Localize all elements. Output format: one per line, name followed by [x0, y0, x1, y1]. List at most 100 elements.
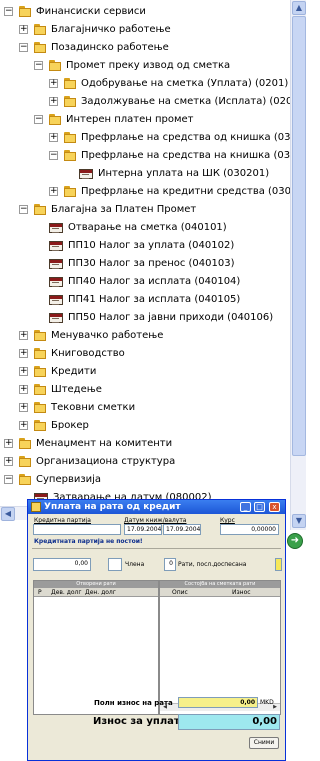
credit-lot-input[interactable]	[33, 524, 121, 535]
installments-count-input[interactable]: 0	[164, 558, 176, 571]
tree-item[interactable]: + Брокер	[0, 417, 289, 435]
dialog-titlebar[interactable]: Уплата на рата од кредит _ □ x	[28, 500, 285, 514]
grid-col-description[interactable]: Опис	[172, 588, 188, 597]
account-status-grid[interactable]: Состојба на сметката рати Опис Износ ◀ ▶	[159, 580, 281, 715]
minimize-icon[interactable]: _	[240, 502, 251, 512]
tree-item[interactable]: − Супервизија	[0, 471, 289, 489]
expand-icon[interactable]: +	[19, 403, 28, 412]
grid-col-r[interactable]: Р	[38, 588, 42, 597]
expand-icon[interactable]: +	[19, 25, 28, 34]
tree-item-label: Кредити	[51, 366, 97, 377]
collapse-icon[interactable]: −	[19, 205, 28, 214]
tree-item[interactable]: − Промет преку извод од сметка	[0, 57, 289, 75]
expand-icon[interactable]: +	[19, 421, 28, 430]
payment-amount-input[interactable]: 0,00	[178, 714, 280, 730]
vertical-scrollbar[interactable]: ▲ ▼	[290, 0, 306, 530]
tree-item-label: Тековни сметки	[51, 402, 136, 413]
scroll-left-arrow-icon[interactable]: ◀	[1, 507, 15, 521]
book-date-input[interactable]: 17.09.2004	[124, 524, 162, 535]
tree-item[interactable]: + Организациона структура	[0, 453, 289, 471]
close-icon[interactable]: x	[269, 502, 280, 512]
expand-icon[interactable]: +	[19, 349, 28, 358]
tree-item[interactable]: + Благајничко работење	[0, 21, 289, 39]
tree-item[interactable]: + Кредити	[0, 363, 289, 381]
payment-amount-label: Износ за уплата	[93, 716, 187, 727]
collapse-icon[interactable]: −	[19, 43, 28, 52]
tree-item[interactable]: − Благајна за Платен Промет	[0, 201, 289, 219]
folder-icon	[34, 330, 46, 341]
members-input[interactable]	[108, 558, 122, 571]
expand-icon[interactable]: +	[19, 367, 28, 376]
tree-item-label: Интерен платен промет	[66, 114, 194, 125]
expand-icon[interactable]: +	[4, 457, 13, 466]
tree-item[interactable]: − Финансиски сервиси	[0, 3, 289, 21]
folder-icon	[19, 6, 31, 17]
tree-item[interactable]: + Менувачко работење	[0, 327, 289, 345]
collapse-icon[interactable]: −	[34, 61, 43, 70]
folder-icon	[19, 456, 31, 467]
folder-icon	[19, 438, 31, 449]
value-date-input[interactable]: 17.09.2004	[163, 524, 201, 535]
tree-item-label: Префрлање на средства на книшка (0302	[81, 150, 303, 161]
tree-item[interactable]: ПП10 Налог за уплата (040102)	[0, 237, 289, 255]
save-button[interactable]: Сними	[249, 737, 279, 749]
tree-item[interactable]: + Штедење	[0, 381, 289, 399]
form-icon	[49, 223, 63, 233]
collapse-icon[interactable]: −	[34, 115, 43, 124]
expand-icon[interactable]: +	[49, 97, 58, 106]
tree-item[interactable]: − Префрлање на средства на книшка (0302	[0, 147, 303, 165]
collapse-icon[interactable]: −	[49, 151, 58, 160]
tree-item[interactable]: ПП50 Налог за јавни приходи (040106)	[0, 309, 289, 327]
tree-item[interactable]: − Позадинско работење	[0, 39, 289, 57]
tree-item-label: ПП41 Налог за исплата (040105)	[68, 294, 241, 305]
tree-item-label: Отварање на сметка (040101)	[68, 222, 227, 233]
scroll-up-arrow-icon[interactable]: ▲	[292, 1, 306, 15]
expand-icon[interactable]: +	[49, 79, 58, 88]
tree-item[interactable]: + Менаџмент на комитенти	[0, 435, 289, 453]
tree-item-label: Благајна за Платен Промет	[51, 204, 197, 215]
collapse-icon[interactable]: −	[4, 7, 13, 16]
open-installments-grid[interactable]: Отворени рати Р Дев. долг Ден. долг	[33, 580, 159, 715]
tree-item[interactable]: Отварање на сметка (040101)	[0, 219, 289, 237]
expand-icon[interactable]: +	[4, 439, 13, 448]
tree-item[interactable]: − Интерен платен промет	[0, 111, 289, 129]
rate-input[interactable]: 0,00000	[220, 524, 279, 535]
scrollbar-thumb[interactable]	[292, 16, 306, 456]
tree-item[interactable]: + Задолжување на сметка (Исплата) (0202)	[0, 93, 303, 111]
rate-label: Курс	[220, 517, 235, 524]
window-app-icon	[31, 502, 41, 512]
tree-item-label: ПП50 Налог за јавни приходи (040106)	[68, 312, 274, 323]
grid-col-amount[interactable]: Износ	[232, 588, 251, 597]
tree-item[interactable]: ПП40 Налог за исплата (040104)	[0, 273, 289, 291]
tree-item[interactable]: + Одобрување на сметка (Уплата) (0201)	[0, 75, 289, 93]
installment-overdue-input[interactable]	[275, 558, 282, 571]
tree-item-label: ПП30 Налог за пренос (040103)	[68, 258, 235, 269]
installments-label: Рати, посл.доспесана	[178, 561, 247, 568]
amount-input[interactable]: 0,00	[33, 558, 91, 571]
expand-icon[interactable]: +	[49, 133, 58, 142]
tree-item[interactable]: + Префрлање на средства од книшка (0301	[0, 129, 303, 147]
go-arrow-icon[interactable]: ➜	[287, 533, 303, 549]
folder-icon	[34, 420, 46, 431]
tree-item[interactable]: + Тековни сметки	[0, 399, 289, 417]
expand-icon[interactable]: +	[49, 187, 58, 196]
maximize-icon[interactable]: □	[254, 502, 265, 512]
tree-item[interactable]: ПП30 Налог за пренос (040103)	[0, 255, 289, 273]
expand-icon[interactable]: +	[19, 331, 28, 340]
tree-item-label: Менаџмент на комитенти	[36, 438, 173, 449]
collapse-icon[interactable]: −	[4, 475, 13, 484]
form-icon	[49, 277, 63, 287]
tree-item[interactable]: + Префрлање на кредитни средства (0303)	[0, 183, 301, 201]
form-icon	[49, 295, 63, 305]
full-amount-label: Полн износ на рата	[94, 699, 173, 707]
tree-item-label: Благајничко работење	[51, 24, 171, 35]
tree-item[interactable]: Интерна уплата на ШК (030201)	[0, 165, 289, 183]
folder-icon	[34, 42, 46, 53]
expand-icon[interactable]: +	[19, 385, 28, 394]
grid-col-foreign-debt[interactable]: Дев. долг	[51, 588, 82, 597]
tree-item[interactable]: ПП41 Налог за исплата (040105)	[0, 291, 289, 309]
tree-item-label: Штедење	[51, 384, 102, 395]
scroll-down-arrow-icon[interactable]: ▼	[292, 514, 306, 528]
grid-col-denar-debt[interactable]: Ден. долг	[85, 588, 116, 597]
tree-item[interactable]: + Книговодство	[0, 345, 289, 363]
